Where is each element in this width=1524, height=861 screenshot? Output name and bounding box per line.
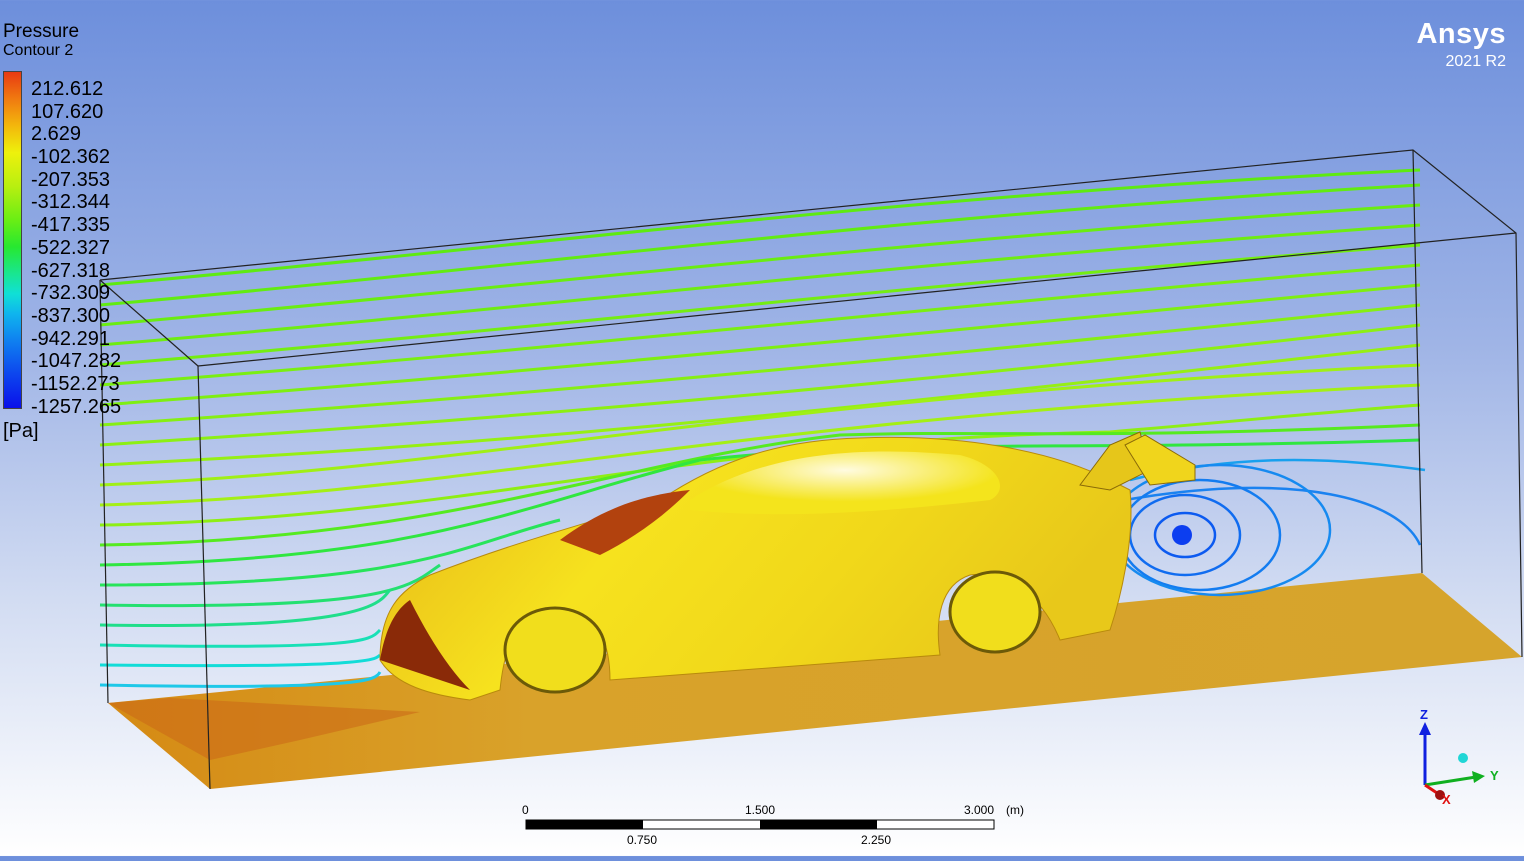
scene-canvas	[99, 149, 1523, 830]
legend-ticks: 212.612 107.620 2.629 -102.362 -207.353 …	[31, 78, 151, 418]
legend-tick: -522.327	[31, 236, 110, 259]
scale-label: 0	[522, 803, 529, 817]
legend-title: Pressure	[3, 21, 80, 42]
legend-tick: -207.353	[31, 168, 110, 191]
brand-version: 2021 R2	[1445, 53, 1507, 70]
x-axis-label: X	[1442, 792, 1451, 807]
axis-triad	[1419, 722, 1485, 800]
brand-name: Ansys	[1416, 18, 1506, 50]
legend-tick: 107.620	[31, 100, 104, 123]
legend-unit: [Pa]	[3, 420, 39, 442]
scale-bar	[525, 819, 995, 830]
legend-tick: -312.344	[31, 191, 110, 214]
legend-tick: -1047.282	[31, 350, 122, 373]
front-wheel	[503, 606, 607, 694]
legend-tick: 212.612	[31, 78, 104, 100]
y-axis-label: Y	[1490, 768, 1499, 783]
legend-tick: -627.318	[31, 259, 110, 282]
z-axis-label: Z	[1420, 707, 1428, 722]
legend-subtitle: Contour 2	[3, 42, 74, 59]
scale-label: 3.000	[964, 803, 995, 817]
rear-wheel	[948, 570, 1042, 654]
legend-tick: -1152.273	[31, 372, 120, 395]
legend-tick: -732.309	[31, 282, 110, 305]
scale-unit: (m)	[1006, 803, 1024, 817]
legend-tick: -1257.265	[31, 395, 122, 418]
brand-logo: Ansys 2021 R2	[1416, 18, 1506, 71]
legend-tick: -942.291	[31, 327, 110, 350]
legend-tick: -417.335	[31, 214, 110, 237]
legend-colorbar	[3, 71, 22, 409]
legend-tick: 2.629	[31, 123, 82, 146]
legend-tick: -102.362	[31, 146, 110, 169]
scale-label: 0.750	[627, 833, 658, 847]
3d-viewport[interactable]: Pressure Contour 2 212.612 107.620 2.629…	[0, 0, 1524, 856]
scale-label: 1.500	[745, 803, 776, 817]
legend-tick: -837.300	[31, 304, 110, 327]
scale-label: 2.250	[861, 833, 892, 847]
